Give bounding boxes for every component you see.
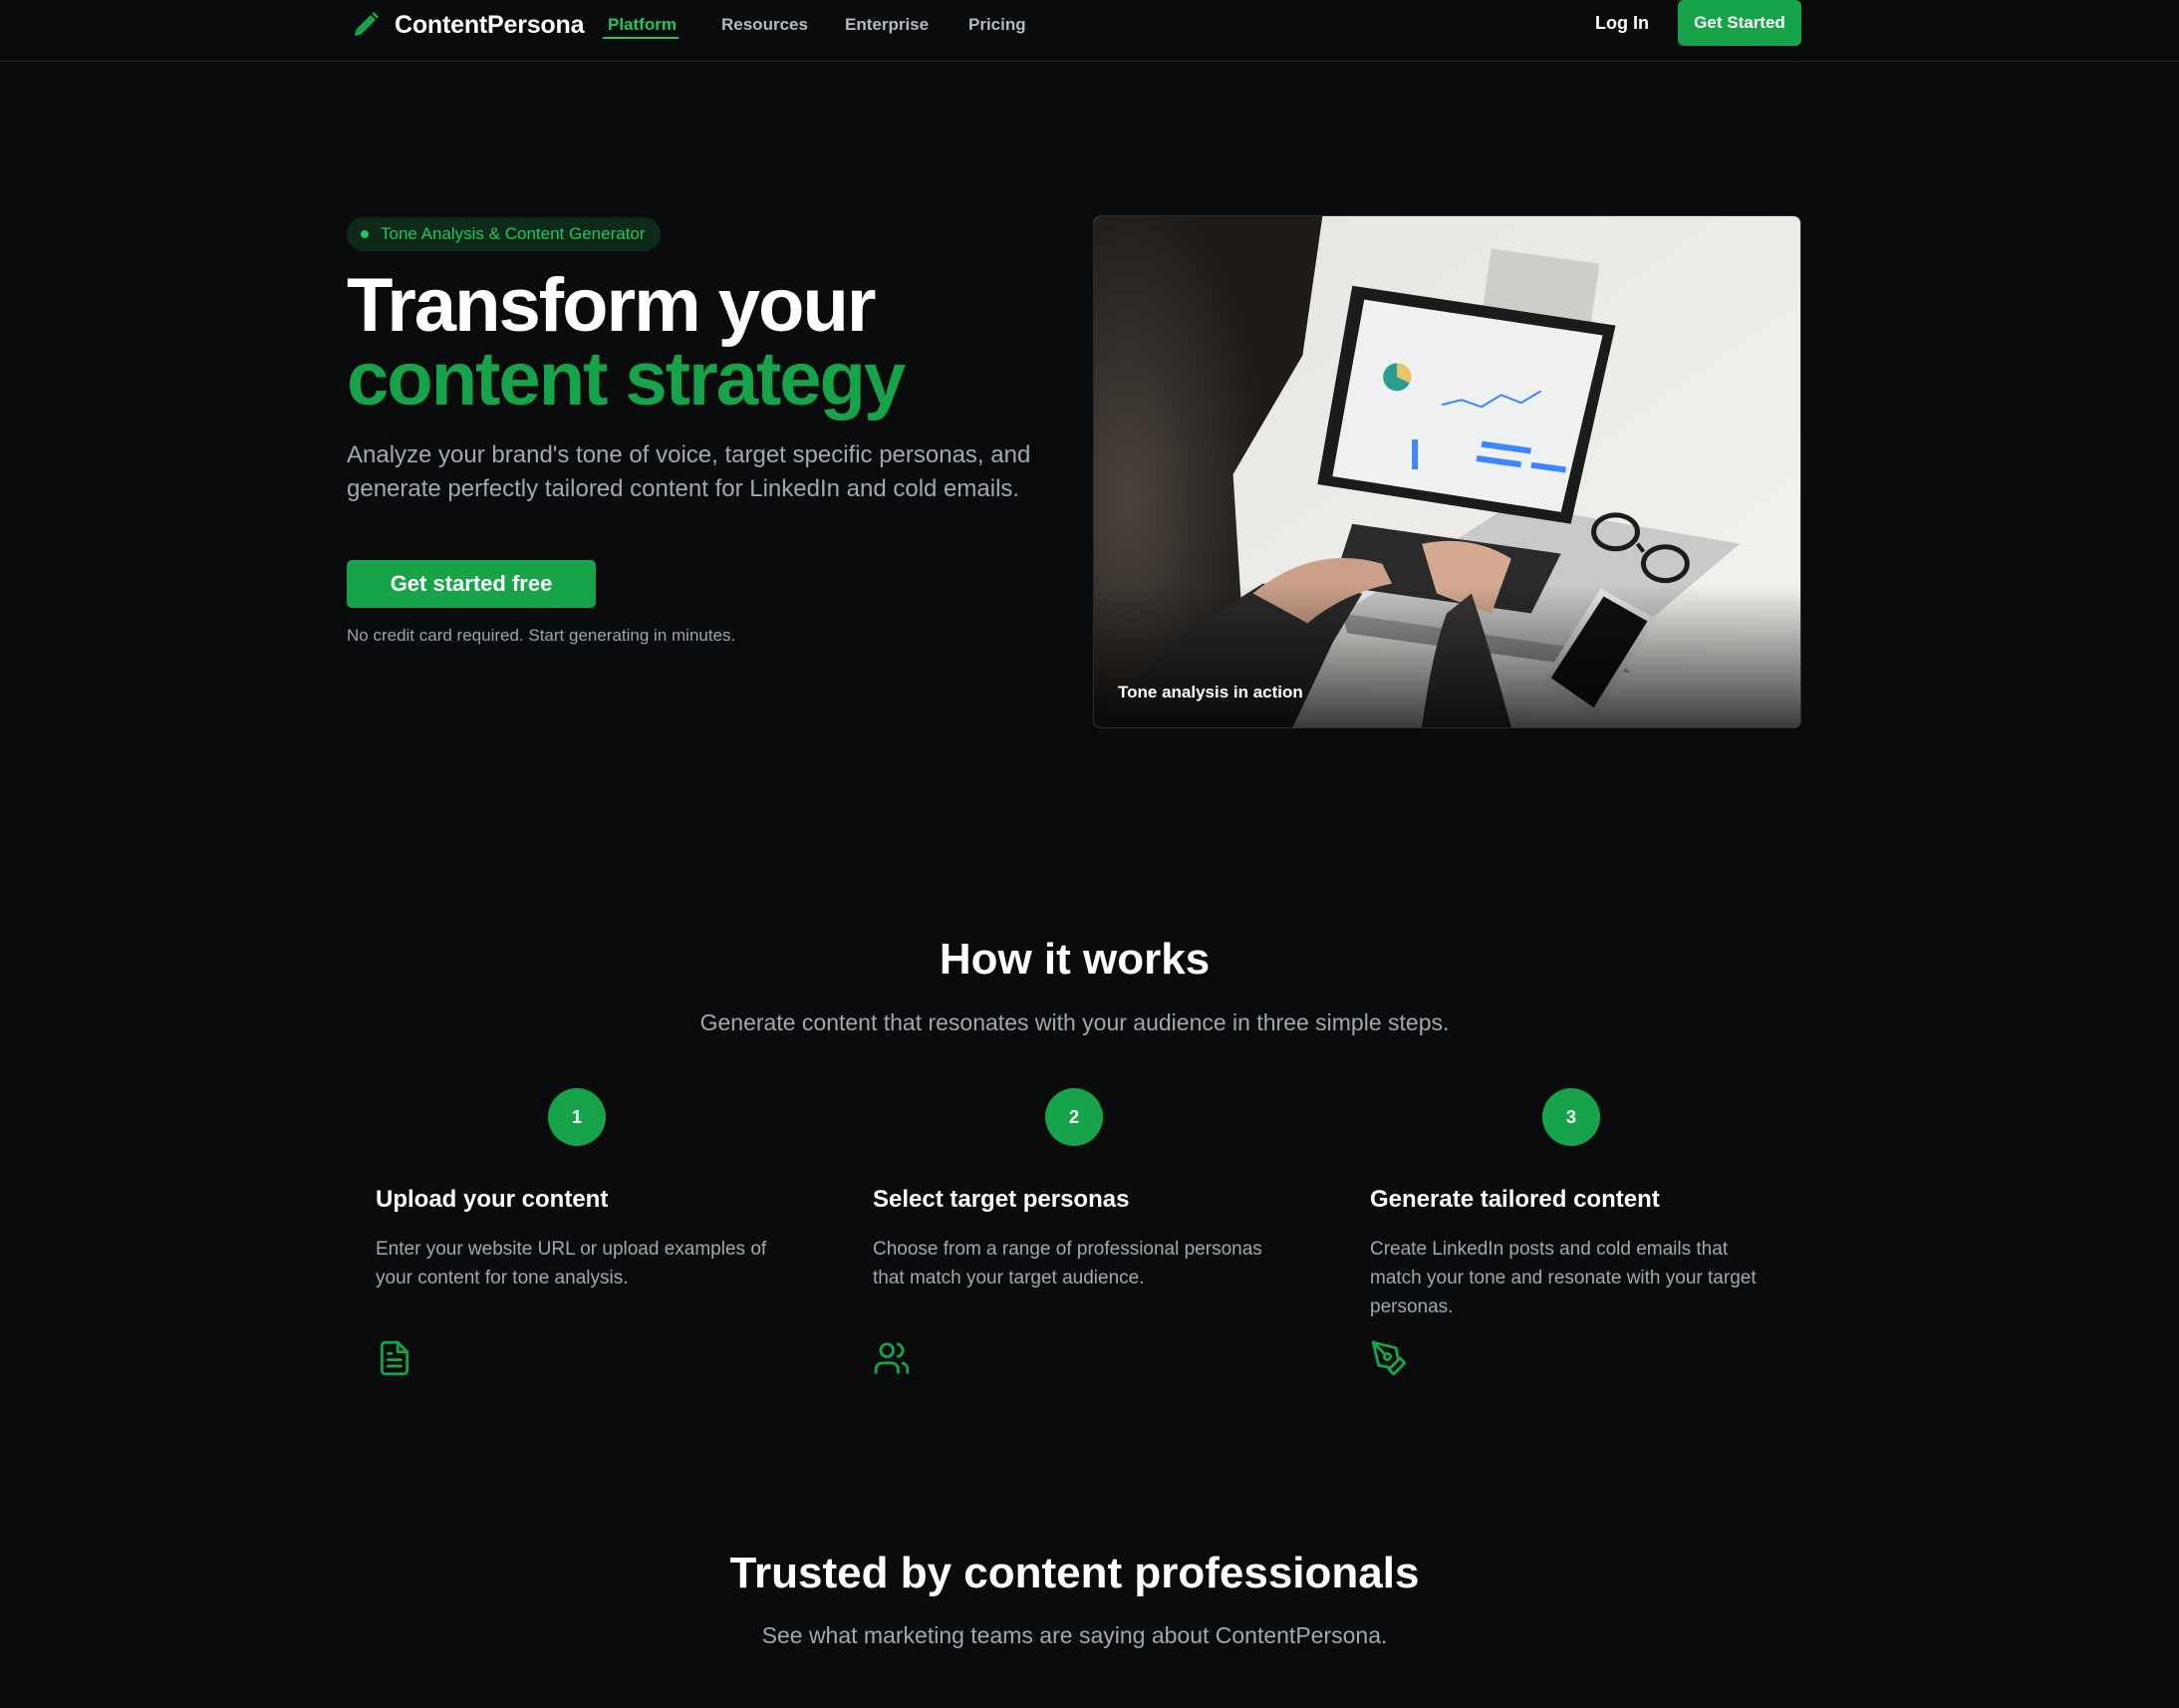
nav-link-enterprise[interactable]: Enterprise [845,15,929,35]
brand-logo[interactable]: ContentPersona [351,7,584,43]
users-icon [874,1342,910,1374]
trusted-subtitle: See what marketing teams are saying abou… [761,1622,1388,1648]
brand-name: ContentPersona [395,10,585,39]
get-started-button[interactable]: Get Started [1678,0,1801,46]
trusted-title: Trusted by content professionals [729,1549,1420,1597]
hero-subtitle: Analyze your brand's tone of voice, targ… [347,441,1031,502]
login-link[interactable]: Log In [1595,13,1649,34]
nav-link-pricing[interactable]: Pricing [968,15,1026,35]
step-3-number: 3 [1542,1088,1600,1146]
step-3-title: Generate tailored content [1370,1186,1660,1213]
step-1-number: 1 [548,1088,606,1146]
how-it-works-title: How it works [939,935,1211,984]
hero-image: Tone analysis in action [1093,215,1801,728]
step-1-title: Upload your content [376,1186,609,1213]
document-icon [380,1340,409,1376]
image-caption: Tone analysis in action [1118,683,1303,702]
hero-title-line1: Transform your [347,263,876,348]
active-nav-indicator [603,37,679,39]
laptop-photo [1094,216,1800,727]
step-1-description: Enter your website URL or upload example… [376,1239,767,1288]
step-2-description: Choose from a range of professional pers… [873,1239,1262,1288]
step-3-description: Create LinkedIn posts and cold emails th… [1370,1239,1757,1317]
hero-note: No credit card required. Start generatin… [347,626,736,645]
nav-link-platform[interactable]: Platform [608,15,677,35]
how-it-works-subtitle: Generate content that resonates with you… [699,1009,1450,1035]
top-nav: ContentPersona Platform Resources Enterp… [0,0,2179,62]
pen-tool-icon [1371,1340,1407,1376]
hero-badge: Tone Analysis & Content Generator [347,217,661,251]
step-2-title: Select target personas [873,1186,1130,1213]
get-started-free-button[interactable]: Get started free [347,560,596,608]
badge-dot [361,230,369,238]
pencil-icon [354,11,380,37]
step-2-number: 2 [1045,1088,1103,1146]
hero-title-line2: content strategy [347,337,906,422]
nav-link-resources[interactable]: Resources [721,15,808,35]
hero-title: Transform your content strategy [347,263,906,422]
badge-label: Tone Analysis & Content Generator [381,224,646,243]
